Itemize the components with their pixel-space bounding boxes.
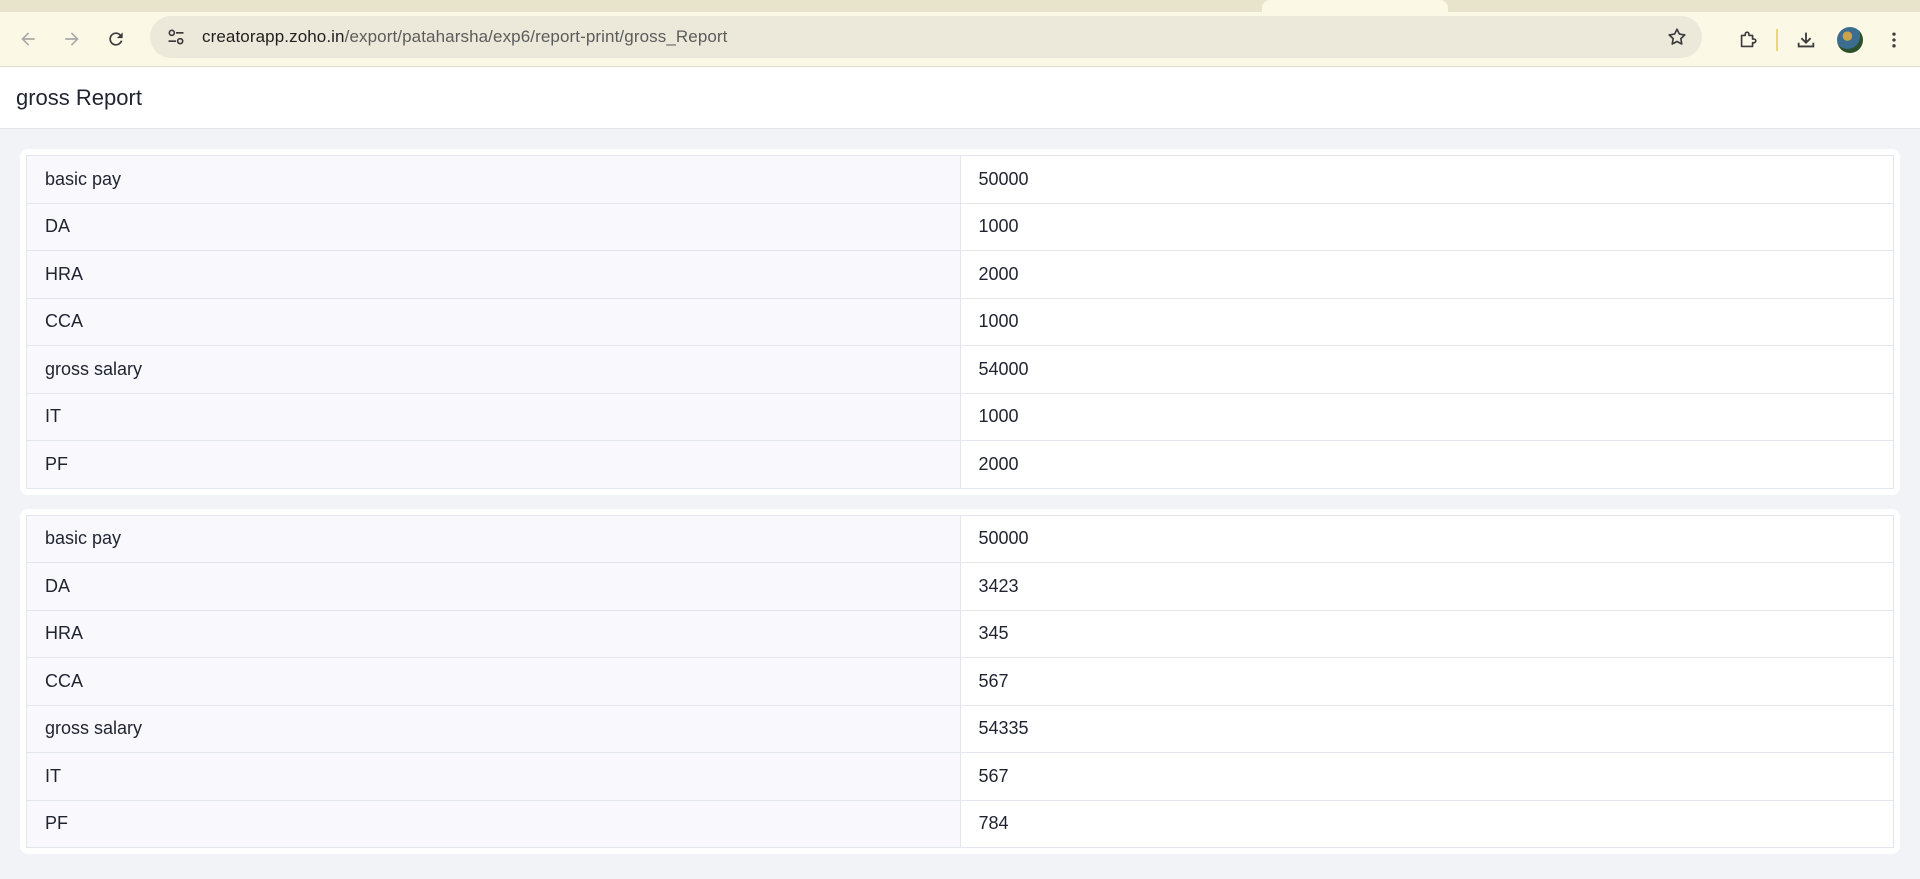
field-value: 1000 [960, 203, 1894, 251]
field-label: IT [26, 393, 961, 441]
table-row: HRA 2000 [26, 250, 1894, 299]
page-header: gross Report [0, 67, 1920, 129]
field-value: 2000 [960, 250, 1894, 299]
field-value: 1000 [960, 298, 1894, 346]
table-row: IT 1000 [26, 393, 1894, 441]
field-label: basic pay [26, 515, 961, 563]
browser-toolbar: creatorapp.zoho.in/export/pataharsha/exp… [0, 12, 1920, 67]
puzzle-icon [1740, 30, 1757, 47]
more-vert-icon [1892, 32, 1896, 47]
back-button[interactable] [6, 17, 50, 61]
field-label: PF [26, 800, 961, 848]
bookmark-star-icon[interactable] [1666, 26, 1688, 48]
tab-strip [0, 0, 1920, 12]
url-host: creatorapp.zoho.in [202, 27, 345, 46]
table-row: PF 784 [26, 800, 1894, 848]
forward-button[interactable] [50, 17, 94, 61]
reload-icon [109, 32, 123, 46]
table-row: DA 1000 [26, 203, 1894, 251]
table-row: basic pay 50000 [26, 155, 1894, 204]
table-row: CCA 1000 [26, 298, 1894, 346]
field-label: CCA [26, 298, 961, 346]
field-value: 345 [960, 610, 1894, 658]
table-row: DA 3423 [26, 562, 1894, 611]
field-value: 54335 [960, 705, 1894, 753]
reload-button[interactable] [94, 17, 138, 61]
field-value: 784 [960, 800, 1894, 848]
record-table: basic pay 50000 DA 1000 HRA 2000 CCA 1000 gr… [26, 155, 1894, 489]
downloads-button[interactable] [1784, 18, 1828, 62]
table-row: IT 567 [26, 752, 1894, 801]
record-table: basic pay 50000 DA 3423 HRA 345 CCA 567 gros… [26, 514, 1894, 848]
field-label: basic pay [26, 155, 961, 204]
field-label: DA [26, 562, 961, 611]
table-row: PF 2000 [26, 440, 1894, 488]
field-value: 54000 [960, 345, 1894, 394]
field-value: 1000 [960, 393, 1894, 441]
field-label: gross salary [26, 705, 961, 753]
field-label: HRA [26, 610, 961, 658]
toolbar-right [1726, 12, 1920, 67]
table-row: CCA 567 [26, 657, 1894, 706]
table-row: HRA 345 [26, 610, 1894, 658]
field-label: CCA [26, 657, 961, 706]
download-icon [1797, 32, 1815, 47]
profile-button[interactable] [1828, 18, 1872, 62]
field-value: 50000 [960, 515, 1894, 563]
table-row: basic pay 50000 [26, 515, 1894, 563]
field-value: 567 [960, 657, 1894, 706]
field-value: 2000 [960, 440, 1894, 488]
arrow-right-icon [65, 32, 79, 46]
field-label: IT [26, 752, 961, 801]
page-title: gross Report [16, 84, 142, 110]
field-label: gross salary [26, 345, 961, 394]
menu-button[interactable] [1872, 18, 1916, 62]
field-label: DA [26, 203, 961, 251]
url-text[interactable]: creatorapp.zoho.in/export/pataharsha/exp… [202, 27, 728, 47]
extensions-button[interactable] [1726, 18, 1770, 62]
field-value: 50000 [960, 155, 1894, 204]
table-row: gross salary 54335 [26, 705, 1894, 753]
table-row: gross salary 54000 [26, 345, 1894, 394]
toolbar-separator [1776, 28, 1778, 51]
address-bar[interactable]: creatorapp.zoho.in/export/pataharsha/exp… [150, 16, 1702, 58]
field-label: PF [26, 440, 961, 488]
site-settings-icon[interactable] [156, 17, 196, 57]
report-content: basic pay 50000 DA 1000 HRA 2000 CCA 1000 gr… [0, 129, 1920, 854]
arrow-left-icon [21, 32, 35, 46]
field-value: 567 [960, 752, 1894, 801]
field-value: 3423 [960, 562, 1894, 611]
active-tab[interactable] [1262, 0, 1448, 12]
field-label: HRA [26, 250, 961, 299]
record-card: basic pay 50000 DA 1000 HRA 2000 CCA 1000 gr… [20, 149, 1900, 495]
url-path: /export/pataharsha/exp6/report-print/gro… [344, 27, 728, 46]
avatar [1837, 26, 1863, 53]
record-card: basic pay 50000 DA 3423 HRA 345 CCA 567 gros… [20, 508, 1900, 854]
